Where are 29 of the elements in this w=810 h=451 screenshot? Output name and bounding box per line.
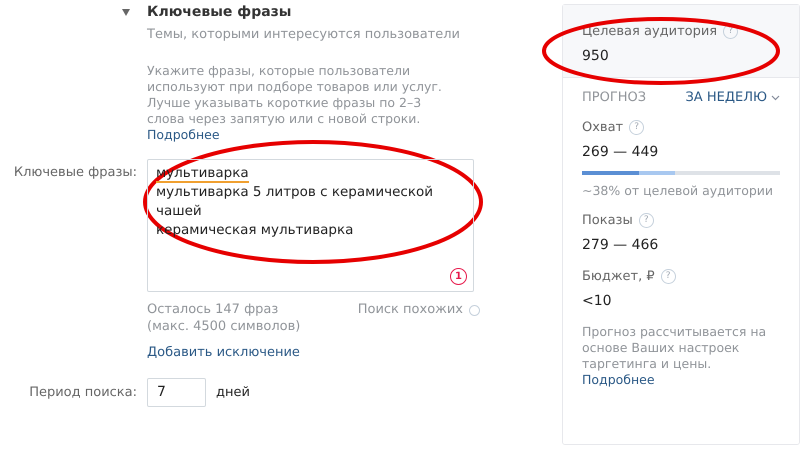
forecast-note: Прогноз рассчитывается на основе Ваших настроек таргетинга и цены. xyxy=(582,324,766,371)
section-title: Ключевые фразы xyxy=(147,4,292,21)
reach-note: ~38% от целевой аудитории xyxy=(582,183,774,198)
caret-icon xyxy=(771,94,780,100)
collapse-triangle-icon[interactable] xyxy=(122,9,130,16)
budget-value: <10 xyxy=(582,293,613,310)
hint-text: Укажите фразы, которые пользователи используют при подборе товаров или услуг. Лучше указывать короткие фразы по 2–3 слова через запятую или с новой строки. xyxy=(147,63,442,126)
limit-text: (макс. 4500 символов) xyxy=(147,319,300,334)
forecast-title: ПРОГНОЗ xyxy=(582,90,646,105)
remaining-text: Осталось 147 фраз xyxy=(147,302,278,317)
period-dropdown[interactable]: ЗА НЕДЕЛЮ xyxy=(685,90,780,105)
audience-value: 950 xyxy=(582,48,610,65)
reach-value: 269 — 449 xyxy=(582,144,660,161)
similar-radio[interactable] xyxy=(469,305,480,316)
more-link[interactable]: Подробнее xyxy=(582,372,655,387)
views-value: 279 — 466 xyxy=(582,237,660,254)
section-subtitle: Темы, которыми интересуются пользователи xyxy=(147,27,461,43)
field-label: Ключевые фразы: xyxy=(14,165,137,180)
period-field[interactable]: 7 xyxy=(147,378,206,407)
days-text: дней xyxy=(216,385,250,400)
add-exclusion-link[interactable]: Добавить исключение xyxy=(147,345,300,360)
similar-label: Поиск похожих xyxy=(358,301,463,318)
period-label: Период поиска: xyxy=(29,385,137,400)
more-link[interactable]: Подробнее xyxy=(147,127,220,142)
reach-label: Охват xyxy=(582,119,624,136)
audience-label: Целевая аудитория xyxy=(582,23,718,40)
views-label: Показы xyxy=(582,212,633,229)
budget-label: Бюджет, ₽ xyxy=(582,268,655,285)
error-count-badge: 1 xyxy=(450,268,467,285)
